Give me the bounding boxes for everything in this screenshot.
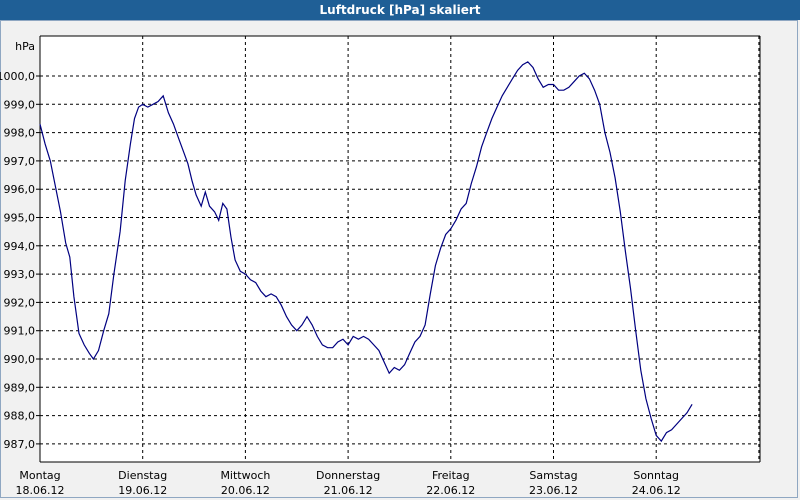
y-tick-label: 990,0 <box>4 353 36 366</box>
y-tick-label: 993,0 <box>4 268 36 281</box>
x-tick-label-day: Samstag <box>529 469 577 482</box>
x-tick-label-date: 23.06.12 <box>529 484 578 497</box>
y-tick-label: 987,0 <box>4 438 36 451</box>
y-axis-unit-label: hPa <box>15 40 35 53</box>
plot-area <box>40 36 760 462</box>
y-tick-label: 994,0 <box>4 240 36 253</box>
y-tick-label: 996,0 <box>4 183 36 196</box>
x-tick-label-day: Sonntag <box>633 469 679 482</box>
x-tick-label-date: 24.06.12 <box>632 484 681 497</box>
y-tick-label: 995,0 <box>4 212 36 225</box>
grid-lines <box>40 36 760 462</box>
y-tick-label: 989,0 <box>4 381 36 394</box>
x-tick-label-day: Mittwoch <box>220 469 270 482</box>
y-tick-label: 999,0 <box>4 98 36 111</box>
x-tick-label-date: 19.06.12 <box>118 484 167 497</box>
x-tick-label-date: 22.06.12 <box>426 484 475 497</box>
y-tick-label: 1000,0 <box>0 70 35 83</box>
y-tick-label: 991,0 <box>4 325 36 338</box>
y-axis-tick-labels: 1000,0 999,0 998,0 997,0 996,0 995,0 994,0 993,… <box>0 70 35 451</box>
line-chart: 1000,0 999,0 998,0 997,0 996,0 995,0 994,0 993,… <box>0 35 761 497</box>
x-tick-label-day: Freitag <box>432 469 470 482</box>
x-tick-label-day: Donnerstag <box>316 469 380 482</box>
x-tick-label-day: Montag <box>19 469 60 482</box>
y-tick-label: 992,0 <box>4 296 36 309</box>
y-tick-label: 997,0 <box>4 155 36 168</box>
x-axis-tick-labels: Montag 18.06.12 Dienstag 19.06.12 Mittwoch 20… <box>16 469 681 497</box>
y-tick-label: 988,0 <box>4 410 36 423</box>
x-tick-label-date: 21.06.12 <box>324 484 373 497</box>
x-tick-label-date: 18.06.12 <box>16 484 65 497</box>
x-tick-label-day: Dienstag <box>118 469 167 482</box>
y-tick-label: 998,0 <box>4 127 36 140</box>
x-tick-label-date: 20.06.12 <box>221 484 270 497</box>
